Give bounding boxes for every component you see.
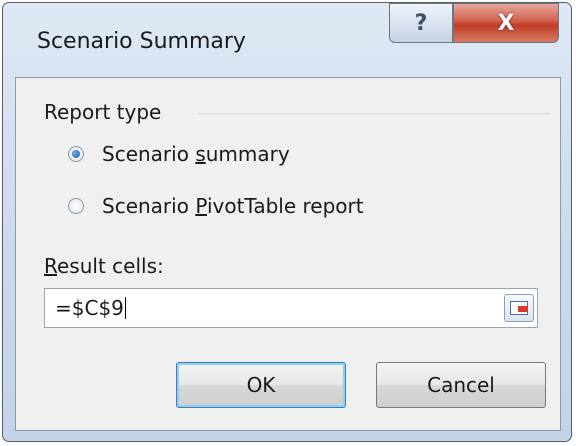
close-button[interactable]: X — [453, 3, 559, 43]
scenario-summary-dialog: Scenario Summary ? X Report type Scenari… — [2, 2, 572, 442]
radio-scenario-summary[interactable]: Scenario summary — [68, 142, 290, 166]
radio-button-checked[interactable] — [68, 146, 84, 162]
radio-scenario-summary-label: Scenario summary — [102, 142, 290, 166]
radio-dot-icon — [72, 150, 80, 158]
help-icon: ? — [414, 10, 428, 36]
report-type-label: Report type — [44, 100, 162, 124]
collapse-dialog-button[interactable] — [504, 294, 534, 322]
help-button[interactable]: ? — [389, 3, 453, 43]
result-cells-label: Result cells: — [44, 254, 164, 278]
radio-pivottable-label: Scenario PivotTable report — [102, 194, 364, 218]
dialog-title: Scenario Summary — [37, 29, 246, 54]
dialog-body: Report type Scenario summary Scenario Pi… — [15, 77, 561, 431]
text-caret — [124, 297, 126, 319]
ok-button[interactable]: OK — [176, 362, 346, 408]
close-icon: X — [497, 10, 515, 36]
radio-button-unchecked[interactable] — [68, 198, 84, 214]
result-cells-value: =$C$9 — [55, 296, 124, 320]
result-cells-input[interactable]: =$C$9 — [44, 288, 538, 328]
radio-scenario-pivottable-report[interactable]: Scenario PivotTable report — [68, 194, 364, 218]
cancel-button[interactable]: Cancel — [376, 362, 546, 408]
range-selection-icon — [518, 306, 528, 312]
group-divider — [198, 113, 550, 114]
